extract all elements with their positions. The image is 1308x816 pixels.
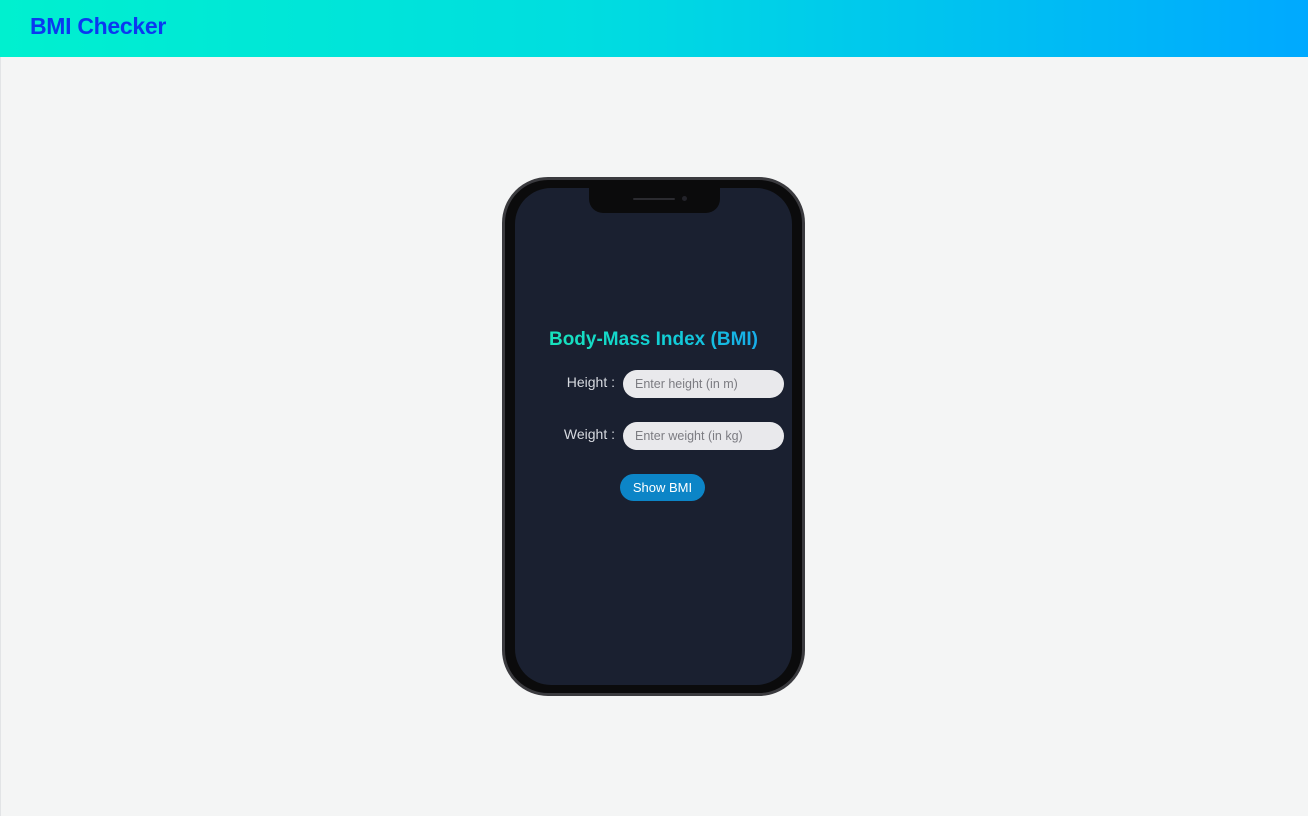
app-title[interactable]: BMI Checker [30, 13, 166, 40]
show-bmi-button[interactable]: Show BMI [620, 474, 705, 501]
page-divider [0, 57, 1, 816]
phone-mockup: Body-Mass Index (BMI) Height : Weight : … [502, 177, 805, 696]
bmi-heading: Body-Mass Index (BMI) [515, 329, 792, 351]
height-input[interactable] [623, 370, 784, 398]
weight-label: Weight : [563, 426, 615, 442]
phone-notch [589, 188, 720, 213]
speaker-icon [633, 198, 675, 200]
phone-screen: Body-Mass Index (BMI) Height : Weight : … [515, 188, 792, 685]
height-label: Height : [566, 374, 615, 390]
weight-input[interactable] [623, 422, 784, 450]
top-navbar: BMI Checker [0, 0, 1308, 57]
camera-icon [682, 196, 687, 201]
